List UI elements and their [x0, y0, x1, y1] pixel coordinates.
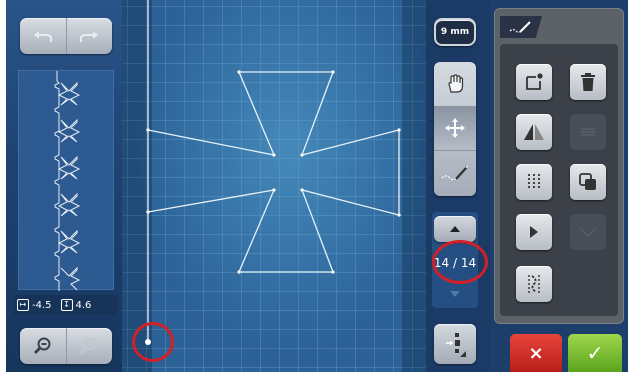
zoom-in-icon [80, 337, 97, 355]
stitch-pattern [145, 0, 401, 345]
stitch-tool-icon [441, 166, 469, 181]
confirm-button[interactable]: ✓ [568, 334, 622, 372]
stitch-prev-button[interactable] [434, 216, 476, 242]
insert-point-icon [526, 73, 543, 90]
undo-redo-group [20, 18, 112, 54]
needle-position-button[interactable] [434, 324, 476, 364]
vertical-offset-icon: ↧ [60, 299, 73, 311]
mirror-button[interactable] [516, 114, 552, 150]
embroidery-editor-screen: ↦ -4.5 ↧ 4.6 9 mm 14 / 14 × ✓ [6, 0, 628, 372]
horizontal-offset-icon: ↦ [17, 299, 29, 311]
play-button[interactable] [516, 214, 552, 250]
stitch-type-tab[interactable] [500, 16, 542, 38]
mirror-icon [524, 124, 544, 140]
stitch-length-value: 9 mm [440, 27, 470, 37]
stitch-type-icon [509, 21, 531, 33]
left-panel: ↦ -4.5 ↧ 4.6 [6, 0, 122, 372]
play-icon [530, 226, 538, 238]
triple-stitch-button[interactable] [516, 266, 552, 302]
align-icon [581, 128, 595, 136]
edit-panel: × ✓ [490, 0, 628, 372]
duplicate-icon [579, 173, 596, 190]
insert-point-button[interactable] [516, 64, 552, 100]
align-button[interactable] [570, 114, 606, 150]
repeat-button[interactable] [516, 164, 552, 200]
zoom-in-button[interactable] [65, 328, 113, 364]
offset-readout: ↦ -4.5 ↧ 4.6 [14, 295, 118, 315]
arrow-down-icon [450, 291, 460, 297]
delete-button[interactable] [570, 64, 606, 100]
delete-icon [581, 73, 595, 91]
offset-y-value: 4.6 [75, 299, 92, 311]
undo-button[interactable] [20, 18, 66, 54]
stitch-length-button[interactable]: 9 mm [434, 18, 476, 46]
duplicate-button[interactable] [570, 164, 606, 200]
repeat-icon [528, 174, 540, 190]
redo-icon [80, 31, 99, 42]
move-arrows-icon [445, 118, 465, 139]
pattern-preview-crosses [54, 71, 81, 291]
tool-column: 9 mm 14 / 14 [426, 0, 490, 372]
stitch-mode-button[interactable] [434, 151, 476, 196]
reverse-icon [579, 227, 597, 238]
move-mode-button[interactable] [434, 106, 476, 152]
undo-icon [33, 31, 52, 42]
arrow-up-icon [450, 226, 460, 232]
cancel-button[interactable]: × [510, 334, 562, 372]
triple-stitch-icon [528, 275, 540, 293]
needle-position-icon [446, 333, 466, 357]
stitch-canvas[interactable] [122, 0, 426, 372]
pan-mode-button[interactable] [434, 62, 476, 107]
zoom-out-button[interactable] [20, 328, 66, 364]
hand-pan-icon [448, 74, 464, 93]
maltese-cross-outline [147, 71, 400, 273]
mode-toolbar [434, 62, 476, 196]
stitch-next-button[interactable] [434, 282, 476, 306]
stitch-counter-highlight [432, 240, 488, 284]
zoom-group [20, 328, 112, 364]
zoom-out-icon [33, 337, 51, 355]
redo-button[interactable] [65, 18, 113, 54]
offset-x-value: -4.5 [32, 299, 52, 311]
start-point-highlight [132, 322, 174, 362]
reverse-button[interactable] [570, 214, 606, 250]
pattern-preview[interactable] [18, 70, 114, 291]
